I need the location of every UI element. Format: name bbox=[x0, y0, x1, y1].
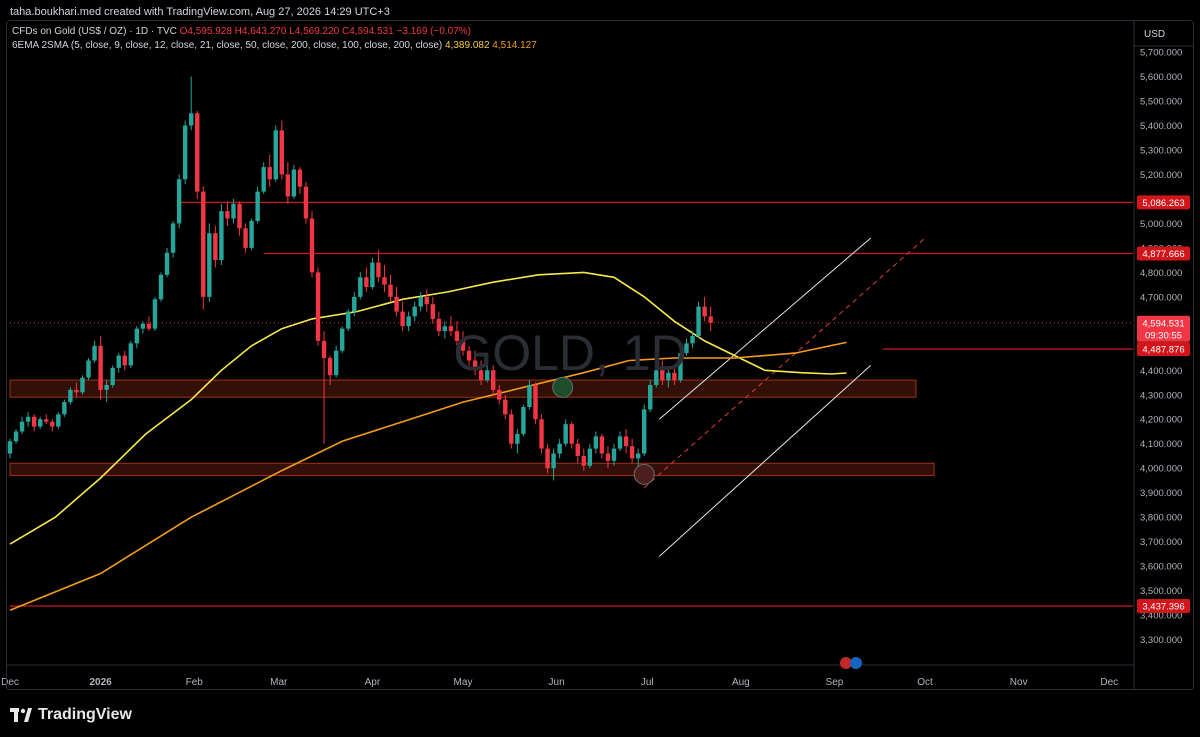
legend-indicators: 6EMA 2SMA (5, close, 9, close, 12, close… bbox=[12, 40, 537, 51]
indicator-name: 6EMA 2SMA (5, close, 9, close, 12, close… bbox=[12, 40, 443, 51]
ohlc-change: −3.169 (−0.07%) bbox=[396, 26, 472, 37]
brand-footer: TradingView bbox=[10, 706, 132, 724]
chart-frame bbox=[6, 20, 1194, 690]
brand-name: TradingView bbox=[38, 706, 132, 723]
indicator-value-2: 4,514.127 bbox=[492, 40, 537, 51]
ohlc-close: C4,594.531 bbox=[342, 26, 394, 37]
tradingview-logo-icon bbox=[10, 708, 32, 722]
indicator-value-1: 4,389.082 bbox=[445, 40, 490, 51]
symbol-name: CFDs on Gold (US$ / OZ) · 1D · TVC bbox=[12, 26, 177, 37]
ohlc-open: O4,595.928 bbox=[179, 26, 232, 37]
ohlc-high: H4,643.270 bbox=[234, 26, 287, 37]
legend-symbol: CFDs on Gold (US$ / OZ) · 1D · TVC O4,59… bbox=[12, 26, 471, 37]
ohlc-low: L4,569.220 bbox=[289, 26, 340, 37]
